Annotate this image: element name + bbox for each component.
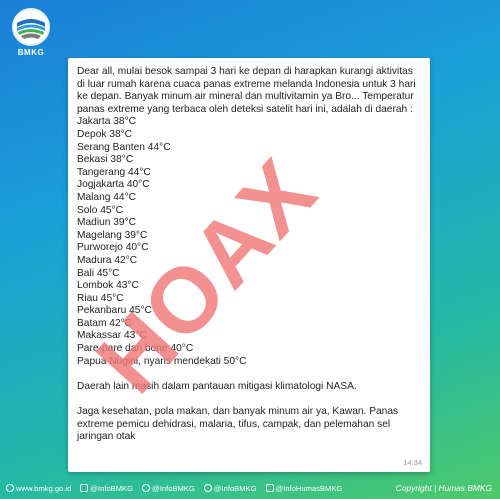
list-item: Purworejo 40°C: [77, 242, 149, 254]
list-item: Madiun 39°C: [77, 217, 137, 229]
list-item: Jakarta 38°C: [77, 116, 137, 128]
list-item: Riau 45°C: [77, 292, 124, 304]
footer-link-label: @InfoBMKG: [90, 483, 134, 493]
instagram-icon: [80, 484, 89, 492]
list-item: Madura 42°C: [77, 254, 138, 266]
footer-link-label: @InfoHumasBMKG: [275, 483, 343, 493]
footer-link-humas-instagram[interactable]: @InfoHumasBMKG: [265, 483, 343, 493]
globe-icon: [6, 484, 14, 492]
list-item: Serang Banten 44°C: [77, 141, 171, 153]
copyright-text: Copyright | Humas BMKG: [395, 483, 492, 493]
temperature-list: Jakarta 38°C Depok 38°C Serang Banten 44…: [77, 116, 422, 368]
list-item: Papua Nugini, nyaris mendekati 50°C: [77, 355, 247, 367]
list-item: Malang 44°C: [77, 191, 137, 203]
instagram-icon: [265, 484, 274, 492]
bmkg-emblem-icon: [12, 8, 50, 46]
list-item: Lombok 43°C: [77, 280, 139, 292]
footer-link-facebook[interactable]: @InfoBMKG: [142, 484, 195, 493]
message-card: Dear all, mulai besok sampai 3 hari ke d…: [68, 58, 430, 472]
list-item: Jogjakarta 40°C: [77, 179, 150, 191]
list-item: Bali 45°C: [77, 267, 120, 279]
message-paragraph-health: Jaga kesehatan, pola makan, dan banyak m…: [77, 406, 399, 443]
message-timestamp: 14:34: [403, 458, 422, 467]
list-item: Makassar 43°C: [77, 330, 147, 342]
list-item: Pare-pare dan bone 40°C: [77, 343, 194, 355]
list-item: Depok 38°C: [77, 128, 133, 140]
footer-link-label: @InfoBMKG: [213, 483, 257, 493]
footer-link-website[interactable]: www.bmkg.go.id: [6, 484, 71, 493]
message-body: Dear all, mulai besok sampai 3 hari ke d…: [77, 66, 422, 444]
message-paragraph-nasa: Daerah lain masih dalam pantauan mitigas…: [77, 380, 357, 392]
footer-link-twitter[interactable]: @InfoBMKG: [203, 483, 257, 493]
footer-links: www.bmkg.go.id @InfoBMKG @InfoBMKG @Info…: [6, 484, 342, 493]
footer-link-instagram[interactable]: @InfoBMKG: [80, 484, 133, 493]
message-intro: Dear all, mulai besok sampai 3 hari ke d…: [77, 66, 416, 115]
logo-text: BMKG: [17, 48, 45, 57]
list-item: Magelang 39°C: [77, 229, 148, 241]
bmkg-logo: BMKG: [10, 8, 52, 60]
footer-link-label: @InfoBMKG: [152, 483, 195, 493]
twitter-icon: [203, 484, 212, 492]
list-item: Tangerang 44°C: [77, 166, 151, 178]
list-item: Pekanbaru 45°C: [77, 305, 152, 317]
list-item: Bekasi 38°C: [77, 154, 134, 166]
footer-link-label: www.bmkg.go.id: [16, 483, 72, 493]
facebook-icon: [142, 484, 151, 492]
list-item: Batam 42°C: [77, 317, 133, 329]
footer: www.bmkg.go.id @InfoBMKG @InfoBMKG @Info…: [0, 477, 500, 499]
list-item: Solo 45°C: [77, 204, 123, 216]
